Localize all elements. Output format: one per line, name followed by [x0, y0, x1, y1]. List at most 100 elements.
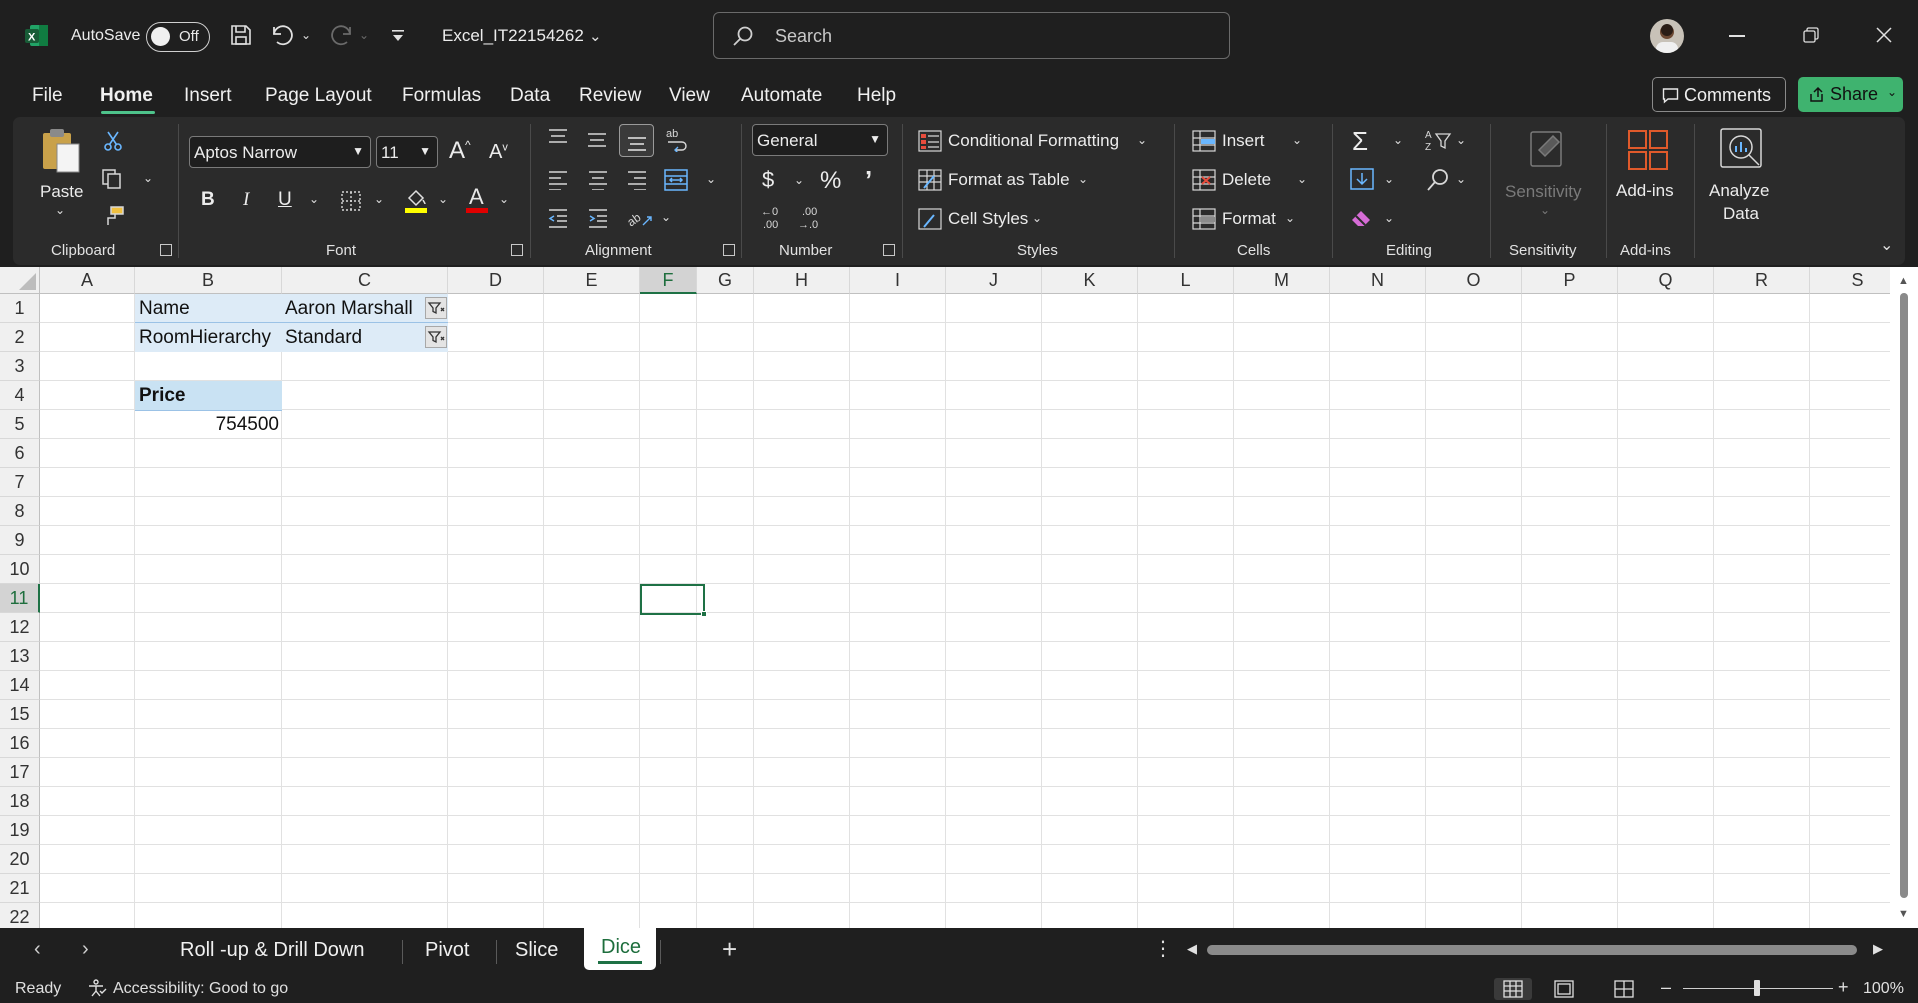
row-header-12[interactable]: 12	[0, 613, 40, 642]
column-header-l[interactable]: L	[1138, 267, 1234, 294]
format-cells-label[interactable]: Format	[1222, 209, 1276, 229]
increase-decimal-icon[interactable]: ←0.00	[759, 204, 785, 230]
cut-icon[interactable]	[103, 130, 123, 152]
align-top-icon[interactable]	[547, 128, 569, 148]
row-header-19[interactable]: 19	[0, 816, 40, 845]
format-as-table-dropdown-icon[interactable]: ⌄	[1078, 172, 1088, 186]
alignment-launcher-icon[interactable]	[723, 244, 735, 256]
column-header-n[interactable]: N	[1330, 267, 1426, 294]
conditional-formatting-dropdown-icon[interactable]: ⌄	[1137, 133, 1147, 147]
delete-cells-label[interactable]: Delete	[1222, 170, 1271, 190]
row-header-6[interactable]: 6	[0, 439, 40, 468]
share-button[interactable]: Share ⌄	[1798, 77, 1903, 112]
minimize-icon[interactable]	[1729, 35, 1745, 37]
analyze-data-label-line1[interactable]: Analyze	[1709, 181, 1769, 201]
sort-filter-dropdown-icon[interactable]: ⌄	[1456, 133, 1466, 147]
file-name[interactable]: Excel_IT22154262	[442, 26, 584, 46]
cell-B4[interactable]: Price	[136, 381, 188, 410]
accessibility-status[interactable]: Accessibility: Good to go	[113, 980, 288, 998]
scroll-up-icon[interactable]: ▲	[1898, 275, 1909, 287]
row-header-17[interactable]: 17	[0, 758, 40, 787]
insert-cells-icon[interactable]	[1192, 130, 1216, 152]
menu-help[interactable]: Help	[857, 85, 896, 107]
fill-color-icon[interactable]	[404, 186, 428, 214]
italic-icon[interactable]: I	[243, 189, 249, 211]
file-name-dropdown-icon[interactable]: ⌄	[589, 27, 602, 45]
cell-styles-label[interactable]: Cell Styles	[948, 209, 1028, 229]
row-header-9[interactable]: 9	[0, 526, 40, 555]
normal-view-icon[interactable]	[1494, 978, 1532, 1000]
search-box[interactable]: Search	[713, 12, 1230, 59]
fill-dropdown-icon[interactable]: ⌄	[1384, 172, 1394, 186]
column-header-j[interactable]: J	[946, 267, 1042, 294]
cell-styles-dropdown-icon[interactable]: ⌄	[1032, 211, 1042, 225]
zoom-out-icon[interactable]: –	[1661, 977, 1671, 998]
decrease-indent-icon[interactable]	[547, 207, 569, 229]
conditional-formatting-icon[interactable]	[918, 130, 942, 152]
sheet-tab-slice[interactable]: Slice	[515, 939, 558, 962]
share-dropdown-icon[interactable]: ⌄	[1887, 85, 1897, 99]
add-sheet-icon[interactable]: +	[722, 934, 737, 965]
menu-review[interactable]: Review	[579, 85, 641, 107]
font-size-select[interactable]: 11 ▼	[376, 136, 438, 168]
scroll-right-icon[interactable]: ▶	[1873, 941, 1883, 957]
zoom-slider-thumb[interactable]	[1754, 980, 1760, 996]
column-header-p[interactable]: P	[1522, 267, 1618, 294]
filter-dropdown-button[interactable]	[425, 297, 447, 319]
clear-dropdown-icon[interactable]: ⌄	[1384, 211, 1394, 225]
vertical-scroll-thumb[interactable]	[1900, 293, 1908, 898]
fill-handle[interactable]	[701, 611, 707, 617]
close-icon[interactable]	[1876, 27, 1892, 43]
insert-cells-label[interactable]: Insert	[1222, 131, 1265, 151]
increase-indent-icon[interactable]	[587, 207, 609, 229]
column-header-d[interactable]: D	[448, 267, 544, 294]
fill-color-dropdown-icon[interactable]: ⌄	[438, 192, 448, 206]
column-header-f[interactable]: F	[640, 267, 697, 294]
menu-automate[interactable]: Automate	[741, 85, 822, 107]
menu-view[interactable]: View	[669, 85, 710, 107]
zoom-level[interactable]: 100%	[1863, 980, 1904, 998]
currency-dropdown-icon[interactable]: ⌄	[794, 173, 804, 187]
select-all-corner[interactable]	[0, 267, 40, 294]
clear-icon[interactable]	[1350, 207, 1376, 229]
percent-icon[interactable]: %	[820, 167, 841, 195]
sort-filter-icon[interactable]: AZ	[1424, 128, 1452, 154]
cell-B5[interactable]: 754500	[135, 410, 282, 439]
horizontal-scroll-thumb[interactable]	[1207, 945, 1857, 955]
row-header-21[interactable]: 21	[0, 874, 40, 903]
column-header-k[interactable]: K	[1042, 267, 1138, 294]
row-header-13[interactable]: 13	[0, 642, 40, 671]
align-right-icon[interactable]	[626, 170, 648, 190]
menu-home[interactable]: Home	[100, 85, 153, 107]
format-dropdown-icon[interactable]: ⌄	[1285, 211, 1295, 225]
row-header-7[interactable]: 7	[0, 468, 40, 497]
row-header-14[interactable]: 14	[0, 671, 40, 700]
row-header-1[interactable]: 1	[0, 294, 40, 323]
cell-B1[interactable]: Name	[136, 294, 193, 323]
cell-styles-icon[interactable]	[918, 208, 942, 230]
undo-icon[interactable]	[270, 23, 296, 47]
insert-dropdown-icon[interactable]: ⌄	[1292, 133, 1302, 147]
cell-C1[interactable]: Aaron Marshall	[282, 294, 416, 323]
column-header-r[interactable]: R	[1714, 267, 1810, 294]
paste-icon[interactable]	[40, 126, 84, 176]
row-header-16[interactable]: 16	[0, 729, 40, 758]
cell-C2[interactable]: Standard	[282, 323, 365, 352]
customize-qat-icon[interactable]	[391, 28, 405, 42]
merge-center-icon[interactable]	[663, 168, 689, 192]
filter-dropdown-button[interactable]	[425, 326, 447, 348]
active-cell-selection[interactable]	[640, 584, 705, 615]
sheet-tab-rollup[interactable]: Roll -up & Drill Down	[180, 939, 365, 962]
accessibility-icon[interactable]	[87, 979, 107, 997]
undo-dropdown-icon[interactable]: ⌄	[301, 28, 311, 42]
redo-dropdown-icon[interactable]: ⌄	[359, 28, 369, 42]
paste-label[interactable]: Paste	[40, 182, 83, 202]
row-header-18[interactable]: 18	[0, 787, 40, 816]
menu-insert[interactable]: Insert	[184, 85, 232, 107]
decrease-decimal-icon[interactable]: .00 →.0	[797, 204, 823, 230]
sensitivity-label[interactable]: Sensitivity	[1505, 182, 1582, 202]
fill-icon[interactable]	[1350, 168, 1374, 190]
scroll-left-icon[interactable]: ◀	[1187, 941, 1197, 957]
scroll-down-icon[interactable]: ▼	[1898, 908, 1909, 920]
row-header-15[interactable]: 15	[0, 700, 40, 729]
